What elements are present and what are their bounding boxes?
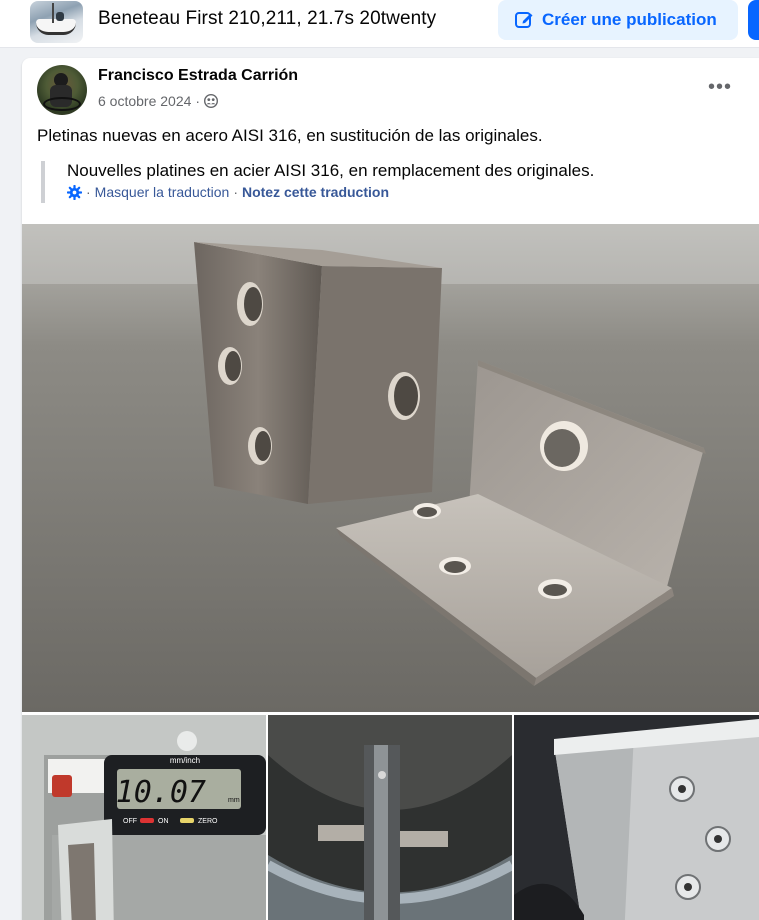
post-photo-hull-plate[interactable] xyxy=(514,715,759,920)
group-header: Beneteau First 210,211, 21.7s 20twenty C… xyxy=(0,0,759,48)
post-meta: 6 octobre 2024 · xyxy=(98,93,219,109)
post-photo-main[interactable] xyxy=(22,224,759,712)
crew-shape xyxy=(56,12,64,21)
caliper-reading: 10.07 xyxy=(116,775,206,810)
create-post-label: Créer une publication xyxy=(542,10,717,29)
post-photo-grid: mm/inch 10.07 mm OFF ON ZERO xyxy=(22,715,759,920)
boat-mast-shape xyxy=(52,3,54,23)
caliper-reading-unit: mm xyxy=(228,797,240,804)
rate-translation-link[interactable]: Notez cette traduction xyxy=(242,184,389,200)
more-options-icon[interactable]: ••• xyxy=(703,74,737,100)
boat-hull-shape xyxy=(36,19,76,35)
translation-separator: · xyxy=(233,184,238,200)
create-post-button[interactable]: Créer une publication xyxy=(498,0,738,40)
meta-separator: · xyxy=(195,93,201,109)
post-card: Francisco Estrada Carrión 6 octobre 2024… xyxy=(22,58,759,920)
caliper-off-label: OFF xyxy=(123,818,137,825)
group-title[interactable]: Beneteau First 210,211, 21.7s 20twenty xyxy=(98,8,436,30)
post-photo-keel[interactable] xyxy=(268,715,512,920)
avatar-bike-shape xyxy=(43,97,81,111)
post-text: Pletinas nuevas en acero AISI 316, en su… xyxy=(37,126,543,145)
caliper-units-label: mm/inch xyxy=(170,756,200,765)
post-date[interactable]: 6 octobre 2024 xyxy=(98,93,191,109)
keel-image xyxy=(268,715,512,920)
edit-icon xyxy=(515,12,533,28)
translated-text: Nouvelles platines en acier AISI 316, en… xyxy=(67,161,595,180)
translation-separator: · xyxy=(86,184,91,200)
hull-plate-image xyxy=(514,715,759,920)
members-icon[interactable] xyxy=(204,94,219,108)
translation-block: Nouvelles platines en acier AISI 316, en… xyxy=(41,161,594,203)
caliper-zero-label: ZERO xyxy=(198,818,218,825)
author-name[interactable]: Francisco Estrada Carrión xyxy=(98,67,298,85)
gear-icon xyxy=(67,184,82,200)
caliper-image: mm/inch 10.07 mm OFF ON ZERO xyxy=(22,715,266,920)
secondary-action-button[interactable] xyxy=(748,0,759,40)
hide-translation-link[interactable]: Masquer la traduction xyxy=(95,184,230,200)
post-photo-caliper[interactable]: mm/inch 10.07 mm OFF ON ZERO xyxy=(22,715,266,920)
translation-actions: · Masquer la traduction · Notez cette tr… xyxy=(67,184,594,200)
brackets-image xyxy=(22,224,759,712)
group-cover-thumbnail[interactable] xyxy=(30,1,83,43)
caliper-on-label: ON xyxy=(158,818,169,825)
author-avatar[interactable] xyxy=(37,65,87,115)
